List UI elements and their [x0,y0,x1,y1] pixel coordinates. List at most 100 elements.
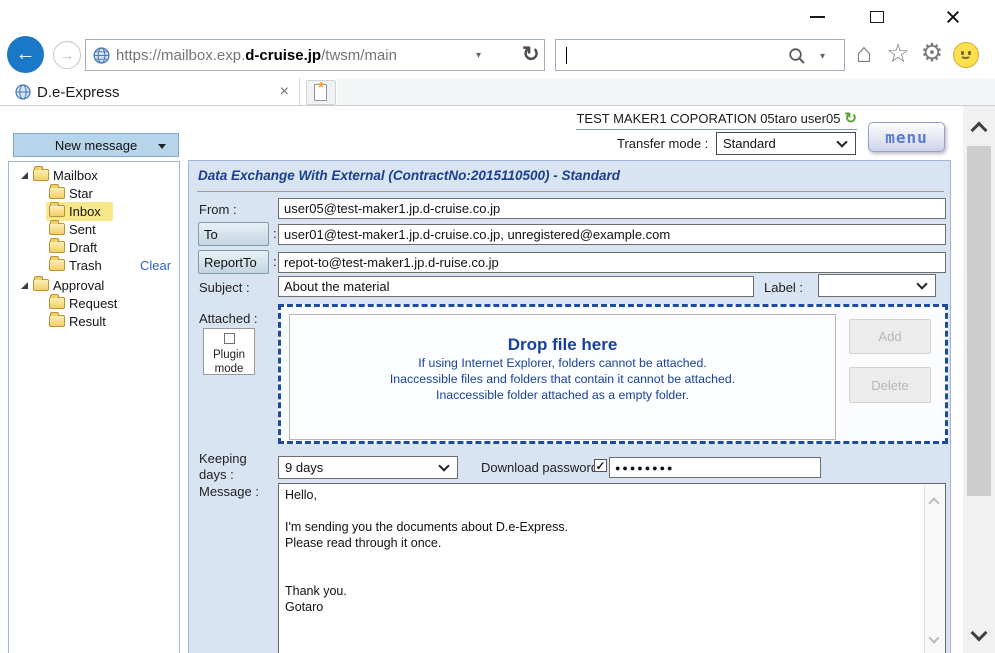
maximize-icon [870,11,884,23]
drop-note: Inaccessible files and folders that cont… [290,371,835,387]
refresh-icon[interactable]: ↻ [522,44,540,65]
message-textarea[interactable]: Hello, I'm sending you the documents abo… [278,483,946,653]
tab-strip [337,78,995,106]
download-password-field[interactable]: ●●●●●●●● [609,457,821,478]
plugin-mode-box[interactable]: Plugin mode [203,328,255,375]
download-password-label: Download password : [481,460,605,475]
feedback-smiley-icon[interactable] [953,42,979,68]
plugin-mode-checkbox[interactable] [224,333,235,344]
to-field[interactable]: user01@test-maker1.jp.d-cruise.co.jp, un… [278,224,946,245]
scroll-down-icon[interactable] [928,632,939,643]
sidebar-item-trash[interactable]: Trash Clear [8,256,180,274]
new-message-button[interactable]: New message [13,133,179,157]
favorites-star-icon[interactable]: ☆ [883,36,913,70]
sidebar-item-sent[interactable]: Sent [8,220,180,238]
chevron-down-icon [916,278,927,289]
text-caret [566,47,567,64]
keeping-days-label: Keeping days : [199,451,261,483]
sidebar-item-request[interactable]: Request [8,294,180,312]
drop-target-area[interactable]: Drop file here If using Internet Explore… [289,314,836,440]
message-scrollbar[interactable] [924,485,944,653]
forward-arrow-icon: → [60,47,75,64]
tab-title: D.e-Express [37,84,120,101]
sidebar-item-star[interactable]: Star [8,184,180,202]
minimize-icon [810,16,825,18]
search-dropdown-icon[interactable]: ▾ [820,51,825,62]
file-drop-zone[interactable]: Drop file here If using Internet Explore… [278,304,948,444]
new-tab-page-icon: * [314,84,327,101]
tab-close-icon[interactable]: × [280,83,289,101]
window-minimize-button[interactable] [800,4,834,30]
subject-label: Subject : [199,280,250,295]
close-icon: × [945,7,961,27]
new-message-label: New message [55,138,137,153]
settings-gear-icon[interactable]: ⚙ [917,36,947,70]
plugin-mode-label: Plugin mode [204,348,254,376]
transfer-mode-select[interactable]: Standard [716,132,856,155]
drop-note: If using Internet Explorer, folders cann… [290,355,835,371]
account-status-icon: ↻ [844,112,857,125]
back-button[interactable]: ← [7,36,44,73]
menu-button[interactable]: menu [868,122,945,152]
tab-de-express[interactable]: D.e-Express × [8,78,300,106]
folder-label: Draft [69,240,97,255]
account-info[interactable]: TEST MAKER1 COPORATION 05taro user05 ↻ [576,111,857,130]
expand-triangle-icon[interactable] [21,172,28,179]
keeping-days-select[interactable]: 9 days [278,456,458,479]
smiley-mouth [960,51,971,59]
download-password-checkbox[interactable]: ✓ [594,459,607,472]
forward-button[interactable]: → [53,41,81,69]
folder-label: Trash [69,258,102,273]
add-button[interactable]: Add [849,319,931,354]
folder-icon [49,297,65,309]
to-button[interactable]: To [198,222,269,246]
transfer-mode-label: Transfer mode : [617,136,708,151]
sidebar-item-mailbox[interactable]: Mailbox [8,166,180,184]
new-tab-star-icon: * [318,83,324,93]
scroll-down-icon[interactable] [971,625,988,642]
clear-trash-link[interactable]: Clear [140,258,171,273]
page-scrollbar[interactable] [963,106,995,653]
chevron-down-icon [836,136,847,147]
sidebar-item-result[interactable]: Result [8,312,180,330]
scroll-up-icon[interactable] [928,497,939,508]
url-domain: d-cruise.jp [245,47,321,64]
address-bar[interactable]: https://mailbox.exp.d-cruise.jp/twsm/mai… [85,39,545,71]
tab-bar-divider [0,105,995,106]
selected-folder-highlight: Inbox [46,202,113,221]
scroll-up-icon[interactable] [971,122,988,139]
compose-panel: Data Exchange With External (ContractNo:… [188,160,951,653]
folder-icon [49,205,65,217]
message-text: Hello, I'm sending you the documents abo… [285,487,919,615]
folder-label: Mailbox [53,168,98,183]
folder-icon [49,315,65,327]
delete-button[interactable]: Delete [849,367,931,403]
window-maximize-button[interactable] [860,4,894,30]
label-select[interactable] [818,274,936,297]
menu-button-label: menu [885,128,928,147]
dropdown-arrow-icon [158,144,166,149]
sidebar-item-approval[interactable]: Approval [8,276,180,294]
reportto-field[interactable]: repot-to@test-maker1.jp.d-ruise.co.jp [278,252,946,273]
subject-field[interactable]: About the material [278,276,754,297]
url-protocol: https:// [116,47,161,64]
expand-triangle-icon[interactable] [21,282,28,289]
reportto-button[interactable]: ReportTo [198,250,269,274]
to-colon: : [273,226,277,241]
sidebar-item-inbox[interactable]: Inbox [8,202,180,220]
url-subdomain: mailbox.exp. [161,47,245,64]
new-tab-button[interactable]: * [306,80,336,105]
window-close-button[interactable]: × [936,4,970,30]
url-text[interactable]: https://mailbox.exp.d-cruise.jp/twsm/mai… [116,47,397,64]
label-label: Label : [764,280,803,295]
search-input[interactable]: ▾ [555,39,845,71]
scrollbar-thumb[interactable] [967,146,991,496]
folder-icon [33,279,49,291]
from-field[interactable]: user05@test-maker1.jp.d-cruise.co.jp [278,198,946,219]
checkmark-icon: ✓ [595,459,605,473]
search-icon[interactable] [788,47,806,65]
sidebar-item-draft[interactable]: Draft [8,238,180,256]
address-dropdown-icon[interactable]: ▾ [476,50,481,61]
attached-label: Attached : [199,311,258,326]
home-icon[interactable]: ⌂ [849,36,879,70]
